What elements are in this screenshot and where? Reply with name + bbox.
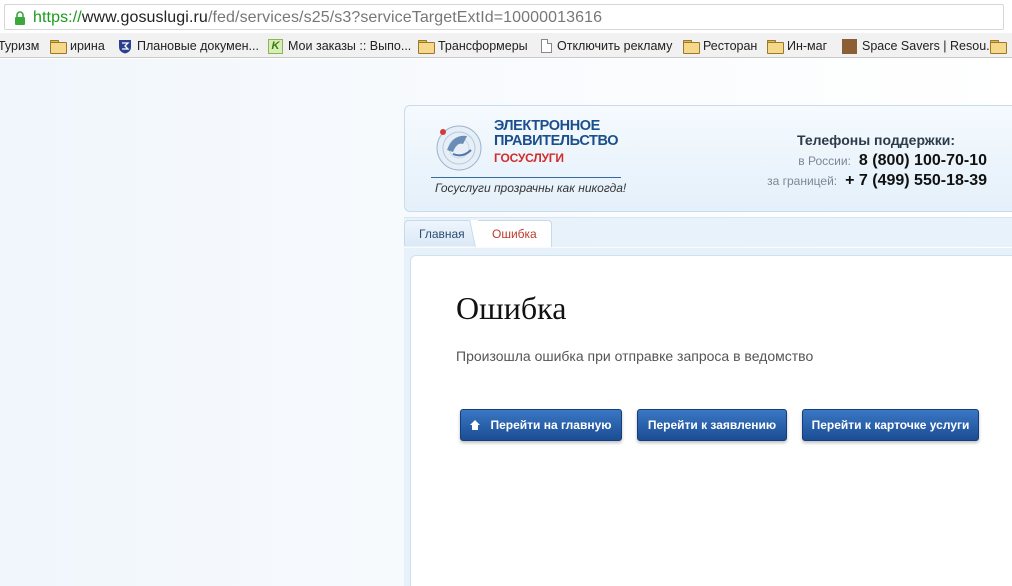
folder-icon (50, 40, 67, 54)
lock-icon (15, 11, 25, 25)
address-bar: https://www.gosuslugi.ru/fed/services/s2… (0, 0, 1012, 33)
web-page: ЭЛЕКТРОННОЕ ПРАВИТЕЛЬСТВО ГОСУСЛУГИ Госу… (0, 59, 1012, 586)
bookmark-label: Ин-маг (787, 39, 828, 53)
bookmark-transformers[interactable]: Трансформеры (418, 37, 528, 55)
site-header: ЭЛЕКТРОННОЕ ПРАВИТЕЛЬСТВО ГОСУСЛУГИ Госу… (404, 105, 1012, 212)
bookmark-label: Трансформеры (438, 39, 528, 53)
bookmark-restaurant[interactable]: Ресторан (683, 37, 757, 55)
breadcrumb: Главная Ошибка (404, 217, 1012, 247)
bookmark-planned-docs[interactable]: Плановые докумен... (118, 37, 259, 55)
error-message: Произошла ошибка при отправке запроса в … (456, 348, 814, 364)
abroad-phone: + 7 (499) 550-18-39 (845, 172, 987, 189)
bookmark-overflow-folder[interactable] (990, 37, 1007, 55)
bookmark-in-mag[interactable]: Ин-маг (767, 37, 827, 55)
folder-icon (767, 40, 784, 54)
breadcrumb-current: Ошибка (477, 220, 552, 247)
bookmark-label: ирина (70, 39, 105, 53)
bookmark-my-orders[interactable]: K Мои заказы :: Выпо... (268, 37, 411, 55)
content-area: Ошибка Произошла ошибка при отправке зап… (404, 248, 1012, 586)
bookmarks-bar: Туризм ирина Плановые докумен... K Мои з… (0, 33, 1012, 58)
k-icon: K (268, 38, 283, 54)
bookmark-disable-ads[interactable]: Отключить рекламу (541, 37, 672, 55)
abroad-label: за границей: (767, 174, 838, 188)
content-panel: Ошибка Произошла ошибка при отправке зап… (410, 255, 1012, 586)
breadcrumb-home[interactable]: Главная (404, 220, 476, 246)
folder-icon (990, 40, 1007, 54)
shield-icon (119, 39, 131, 53)
bookmark-label: Ресторан (703, 39, 758, 53)
gosuslugi-emblem-icon (436, 125, 482, 171)
go-home-label: Перейти на главную (490, 418, 612, 432)
site-icon (842, 38, 857, 54)
breadcrumb-current-label: Ошибка (492, 227, 537, 241)
url-text: https://www.gosuslugi.ru/fed/services/s2… (33, 9, 602, 27)
go-home-button[interactable]: Перейти на главную (460, 409, 622, 441)
go-to-service-card-button[interactable]: Перейти к карточке услуги (802, 409, 979, 441)
bookmark-label: Плановые докумен... (137, 39, 259, 53)
url-path: /fed/services/s25/s3?serviceTargetExtId=… (207, 9, 603, 26)
url-host: www.gosuslugi.ru (81, 9, 208, 26)
russia-phone: 8 (800) 100-70-10 (858, 152, 987, 169)
support-title: Телефоны поддержки: (797, 132, 956, 148)
bookmark-space-savers[interactable]: Space Savers | Resou... (842, 37, 997, 55)
bookmark-label: Отключить рекламу (557, 39, 673, 53)
page-icon (541, 39, 552, 53)
folder-icon (418, 40, 435, 54)
support-russia: в России: 8 (800) 100-70-10 (798, 152, 987, 170)
bookmark-irina[interactable]: ирина (50, 37, 105, 55)
slogan: Госуслуги прозрачны как никогда! (435, 181, 627, 195)
bookmark-label: Туризм (0, 39, 40, 53)
url-field[interactable]: https://www.gosuslugi.ru/fed/services/s2… (4, 4, 1004, 30)
support-abroad: за границей: + 7 (499) 550-18-39 (767, 172, 987, 190)
page-title: Ошибка (456, 290, 567, 326)
folder-icon (683, 40, 700, 54)
logo-line-1: ЭЛЕКТРОННОЕ (494, 118, 600, 134)
bookmark-label: Мои заказы :: Выпо... (288, 39, 412, 53)
logo-line-2: ПРАВИТЕЛЬСТВО (494, 133, 619, 149)
bookmark-label: Space Savers | Resou... (862, 39, 997, 53)
logo-title: ЭЛЕКТРОННОЕ ПРАВИТЕЛЬСТВО (494, 118, 619, 149)
slogan-divider (431, 177, 621, 178)
home-icon (470, 420, 481, 430)
russia-label: в России: (798, 154, 851, 168)
bookmark-tourism[interactable]: Туризм (0, 37, 39, 55)
url-scheme: https:// (33, 9, 82, 26)
go-to-application-button[interactable]: Перейти к заявлению (637, 409, 787, 441)
logo-subtitle: ГОСУСЛУГИ (494, 151, 564, 165)
